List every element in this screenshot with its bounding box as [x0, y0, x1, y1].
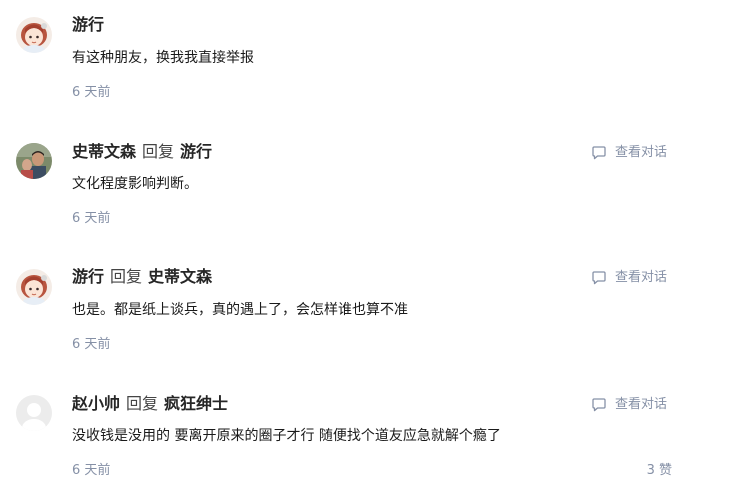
- comment-item: 游行 回复 史蒂文森 查看对话 也是。都是纸上谈兵，真的遇上了，会怎样谁也算不准 6…: [0, 252, 729, 378]
- comment-item: 史蒂文森 回复 游行 查看对话 文化程度影响判断。 6 天前: [0, 126, 729, 252]
- author-name[interactable]: 史蒂文森: [72, 142, 136, 161]
- avatar[interactable]: [16, 143, 52, 179]
- chat-bubble-icon: [592, 398, 606, 412]
- reply-label: 回复: [110, 267, 143, 286]
- view-conversation-button[interactable]: 查看对话: [590, 269, 667, 287]
- author-name[interactable]: 游行: [72, 267, 104, 286]
- avatar[interactable]: [16, 269, 52, 305]
- reply-to-name[interactable]: 游行: [180, 142, 212, 161]
- anime-girl-avatar-icon: [16, 17, 52, 53]
- comment-content: 没收钱是没用的 要离开原来的圈子才行 随便找个道友应急就解个瘾了: [72, 428, 501, 444]
- comment-item: 赵小帅 回复 疯狂绅士 查看对话 没收钱是没用的 要离开原来的圈子才行 随便找个道友…: [0, 378, 729, 504]
- comment-header: 游行 回复 史蒂文森: [72, 266, 212, 288]
- reply-label: 回复: [142, 142, 175, 161]
- anime-girl-avatar-icon: [16, 269, 52, 305]
- chat-bubble-icon: [592, 271, 606, 285]
- default-user-avatar-icon: [16, 395, 52, 431]
- view-conversation-label: 查看对话: [615, 145, 668, 160]
- comment-item: 游行 有这种朋友，换我我直接举报 6 天前: [0, 0, 729, 126]
- view-conversation-label: 查看对话: [615, 397, 668, 412]
- author-name[interactable]: 赵小帅: [72, 394, 120, 413]
- comment-content: 也是。都是纸上谈兵，真的遇上了，会怎样谁也算不准: [72, 302, 408, 318]
- comment-header: 赵小帅 回复 疯狂绅士: [72, 393, 228, 415]
- comment-content: 有这种朋友，换我我直接举报: [72, 50, 254, 66]
- author-name[interactable]: 游行: [72, 15, 104, 34]
- view-conversation-button[interactable]: 查看对话: [590, 144, 667, 162]
- avatar[interactable]: [16, 17, 52, 53]
- avatar[interactable]: [16, 395, 52, 431]
- photo-avatar-icon: [16, 143, 52, 179]
- reply-to-name[interactable]: 疯狂绅士: [164, 394, 228, 413]
- comment-time: 6 天前: [72, 337, 111, 352]
- like-count-button[interactable]: 3 赞: [647, 462, 672, 480]
- comment-time: 6 天前: [72, 211, 111, 226]
- comment-time: 6 天前: [72, 463, 111, 478]
- comment-time: 6 天前: [72, 85, 111, 100]
- reply-label: 回复: [126, 394, 159, 413]
- chat-bubble-icon: [592, 146, 606, 160]
- view-conversation-label: 查看对话: [615, 270, 668, 285]
- comment-header: 史蒂文森 回复 游行: [72, 141, 212, 163]
- reply-to-name[interactable]: 史蒂文森: [148, 267, 212, 286]
- comment-header: 游行: [72, 14, 104, 36]
- comment-content: 文化程度影响判断。: [72, 176, 198, 192]
- view-conversation-button[interactable]: 查看对话: [590, 396, 667, 414]
